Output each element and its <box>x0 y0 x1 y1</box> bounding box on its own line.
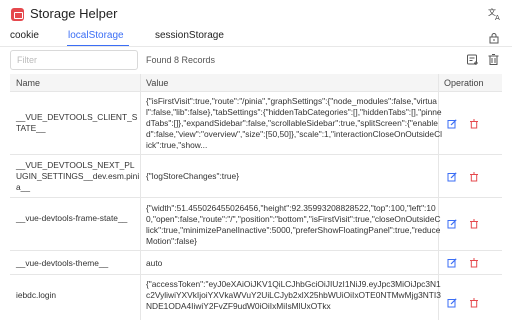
table-header: Name Value Operation <box>10 74 502 92</box>
storage-helper-logo-icon <box>11 8 24 21</box>
edit-icon[interactable] <box>447 258 457 268</box>
table-row: iebdc.login {"accessToken":"eyJ0eXAiOiJK… <box>10 275 502 320</box>
table-row: __vue-devtools-frame-state__ {"width":51… <box>10 198 502 251</box>
record-value[interactable]: {"isFirstVisit":true,"route":"/pinia","g… <box>146 96 442 151</box>
table-row: __VUE_DEVTOOLS_NEXT_PLUGIN_SETTINGS__dev… <box>10 155 502 198</box>
found-records-count: Found 8 Records <box>146 55 216 65</box>
delete-icon[interactable] <box>469 119 479 129</box>
tab-sessionstorage[interactable]: sessionStorage <box>155 30 224 41</box>
clear-all-icon[interactable] <box>487 53 500 66</box>
record-value[interactable]: {"logStoreChanges":true} <box>146 171 442 182</box>
edit-icon[interactable] <box>447 219 457 229</box>
record-value[interactable]: {"accessToken":"eyJ0eXAiOiJKV1QiLCJhbGci… <box>146 279 442 312</box>
record-value[interactable]: auto <box>146 258 442 269</box>
record-value[interactable]: {"width":51.455026455026456,"height":92.… <box>146 203 442 247</box>
table-row: __VUE_DEVTOOLS_CLIENT_STATE__ {"isFirstV… <box>10 92 502 155</box>
toolbar: Found 8 Records <box>0 48 512 72</box>
delete-icon[interactable] <box>469 258 479 268</box>
column-header-operation: Operation <box>444 78 484 88</box>
record-name: __VUE_DEVTOOLS_CLIENT_STATE__ <box>16 112 138 133</box>
edit-icon[interactable] <box>447 298 457 308</box>
svg-text:A: A <box>495 14 500 21</box>
tab-localstorage[interactable]: localStorage <box>68 30 124 41</box>
record-name: __vue-devtools-frame-state__ <box>16 213 128 223</box>
storage-tabs: cookie localStorage sessionStorage <box>0 28 512 47</box>
delete-icon[interactable] <box>469 172 479 182</box>
delete-icon[interactable] <box>469 298 479 308</box>
translate-icon[interactable]: 文 A <box>488 7 502 22</box>
records-table: Name Value Operation __VUE_DEVTOOLS_CLIE… <box>10 74 502 320</box>
tab-cookie[interactable]: cookie <box>10 30 39 41</box>
record-name: __vue-devtools-theme__ <box>16 258 109 268</box>
record-name: iebdc.login <box>16 290 57 300</box>
filter-input[interactable] <box>10 50 138 70</box>
edit-icon[interactable] <box>447 119 457 129</box>
app-header: Storage Helper 文 A <box>0 0 512 28</box>
column-header-value: Value <box>146 78 169 88</box>
edit-icon[interactable] <box>447 172 457 182</box>
add-record-icon[interactable] <box>466 53 479 66</box>
table-row: __vue-devtools-theme__ auto <box>10 251 502 275</box>
lock-icon[interactable] <box>488 31 500 44</box>
app-title: Storage Helper <box>30 6 118 21</box>
tabs-divider <box>0 46 512 47</box>
record-name: __VUE_DEVTOOLS_NEXT_PLUGIN_SETTINGS__dev… <box>16 160 140 192</box>
delete-icon[interactable] <box>469 219 479 229</box>
column-header-name: Name <box>16 78 41 88</box>
